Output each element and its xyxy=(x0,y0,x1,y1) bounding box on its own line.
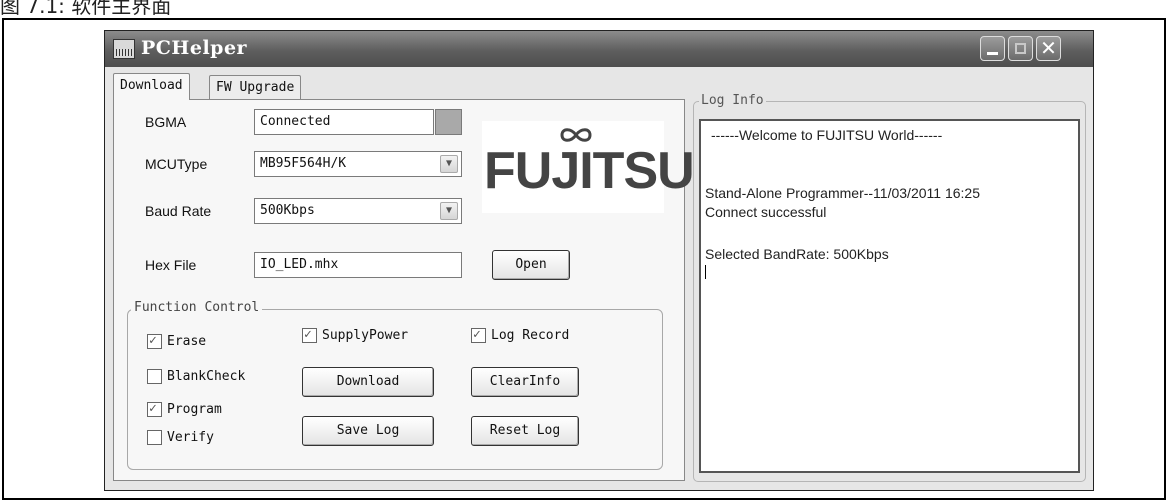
check-icon: ✓ xyxy=(304,327,312,342)
baud-rate-select[interactable]: 500Kbps ▼ xyxy=(254,198,462,224)
hex-file-label: Hex File xyxy=(145,257,197,273)
app-window: PCHelper ✕ Download FW Upgrade BGMA Conn… xyxy=(104,30,1094,491)
save-log-button[interactable]: Save Log xyxy=(302,416,434,446)
figure-caption: 图 7.1: 软件主界面 xyxy=(0,0,172,18)
app-icon xyxy=(113,39,135,59)
tab-download[interactable]: Download xyxy=(113,73,190,100)
log-line: Selected BandRate: 500Kbps xyxy=(705,246,889,262)
close-button[interactable]: ✕ xyxy=(1036,36,1061,61)
download-button[interactable]: Download xyxy=(302,367,434,397)
minimize-icon xyxy=(987,52,998,55)
connection-status-indicator xyxy=(435,109,462,135)
mcu-type-value: MB95F564H/K xyxy=(260,156,347,171)
maximize-icon xyxy=(1015,43,1026,54)
text-cursor xyxy=(705,265,706,279)
checkbox-box[interactable]: ✓ xyxy=(147,401,162,417)
log-textarea[interactable]: ------Welcome to FUJITSU World------ Sta… xyxy=(699,119,1080,473)
reset-log-button[interactable]: Reset Log xyxy=(471,416,579,446)
bgma-label: BGMA xyxy=(145,114,187,130)
minimize-button[interactable] xyxy=(980,36,1005,61)
checkbox-box[interactable] xyxy=(147,430,162,445)
checkbox-box[interactable]: ✓ xyxy=(147,333,162,349)
bgma-status-field: Connected xyxy=(254,109,434,135)
check-icon: ✓ xyxy=(149,333,157,348)
checkbox-box[interactable] xyxy=(147,369,162,384)
maximize-button[interactable] xyxy=(1008,36,1033,61)
log-line: ------Welcome to FUJITSU World------ xyxy=(711,127,943,143)
fujitsu-logo: FUJITSU xyxy=(482,121,695,213)
window-title: PCHelper xyxy=(141,37,248,59)
tab-fw-upgrade[interactable]: FW Upgrade xyxy=(209,75,302,100)
logo-infinity-icon xyxy=(560,128,592,142)
check-icon: ✓ xyxy=(473,327,481,342)
log-line: Connect successful xyxy=(705,204,827,220)
checkbox-box[interactable]: ✓ xyxy=(471,327,486,343)
checkbox-box[interactable]: ✓ xyxy=(302,327,317,343)
clear-info-button[interactable]: ClearInfo xyxy=(471,367,579,397)
title-bar[interactable]: PCHelper ✕ xyxy=(105,31,1093,67)
open-button[interactable]: Open xyxy=(492,250,570,280)
chevron-down-icon[interactable]: ▼ xyxy=(440,155,458,173)
chevron-down-icon[interactable]: ▼ xyxy=(440,202,458,220)
close-icon: ✕ xyxy=(1040,36,1057,60)
check-icon: ✓ xyxy=(149,401,157,416)
log-line: Stand-Alone Programmer--11/03/2011 16:25 xyxy=(705,185,980,201)
hex-file-input[interactable]: IO_LED.mhx xyxy=(254,252,462,278)
function-control-legend: Function Control xyxy=(131,300,263,315)
baud-rate-label: Baud Rate xyxy=(145,203,212,219)
mcu-type-select[interactable]: MB95F564H/K ▼ xyxy=(254,151,462,177)
baud-rate-value: 500Kbps xyxy=(260,203,315,218)
mcu-type-label: MCUType xyxy=(145,156,208,172)
log-info-legend: Log Info xyxy=(699,93,766,108)
